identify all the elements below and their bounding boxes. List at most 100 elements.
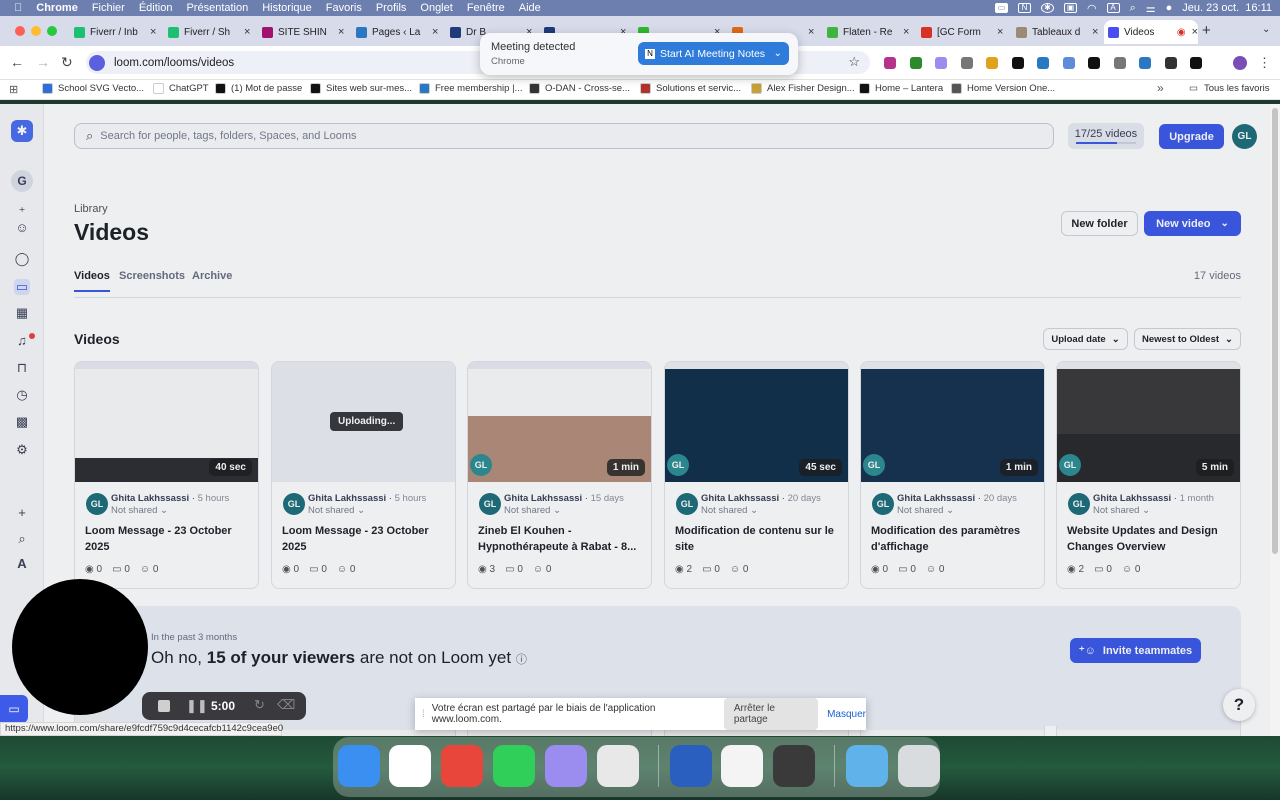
bookmark-item[interactable]: Sites web sur-mes...: [310, 83, 412, 94]
browser-tab[interactable]: Fiverr / Sh ×: [164, 20, 256, 44]
tab-search-icon[interactable]: ⌄: [1262, 24, 1270, 35]
author-name[interactable]: Ghita Lakhssassi: [897, 493, 975, 504]
gift-icon[interactable]: ▩: [14, 414, 30, 430]
add-icon[interactable]: +: [14, 505, 30, 521]
video-title[interactable]: Modification de contenu sur le site: [675, 523, 840, 555]
video-card[interactable]: 5 min GL GL Ghita Lakhssassi · 1 month N…: [1056, 361, 1241, 589]
bookmark-item[interactable]: Free membership |...: [419, 83, 522, 94]
share-status[interactable]: Not shared ⌄: [701, 505, 758, 516]
settings-icon[interactable]: ⚙: [14, 442, 30, 458]
search-menubar-icon[interactable]: ⌕: [1130, 2, 1136, 15]
author-avatar[interactable]: GL: [1068, 493, 1090, 515]
user-avatar[interactable]: GL: [1232, 124, 1257, 149]
ext-icon[interactable]: [909, 57, 922, 69]
profile-icon[interactable]: ◯: [14, 251, 30, 267]
camera-toggle-icon[interactable]: ▭: [0, 695, 28, 723]
finder-icon[interactable]: [338, 745, 380, 787]
menu-item[interactable]: Historique: [262, 2, 312, 14]
menu-item[interactable]: Aide: [519, 2, 541, 14]
browser-tab[interactable]: [GC Form ×: [917, 20, 1009, 44]
share-status[interactable]: Not shared ⌄: [897, 505, 954, 516]
close-tab-icon[interactable]: ×: [432, 26, 438, 38]
author-avatar[interactable]: GL: [283, 493, 305, 515]
author-avatar[interactable]: GL: [676, 493, 698, 515]
apple-icon[interactable]: : [14, 2, 22, 14]
add-member-icon[interactable]: ⁺☺: [14, 204, 30, 235]
close-tab-icon[interactable]: ×: [150, 26, 156, 38]
author-name[interactable]: Ghita Lakhssassi: [1093, 493, 1171, 504]
apps-grid-icon[interactable]: ⊞: [9, 83, 18, 96]
calendar-icon[interactable]: ▦: [14, 305, 30, 321]
screen-share-icon[interactable]: ▭: [994, 3, 1008, 13]
video-thumbnail[interactable]: 45 sec GL: [665, 362, 848, 482]
usage-indicator[interactable]: 17/25 videos: [1068, 123, 1144, 149]
ext-icon[interactable]: [1139, 57, 1151, 69]
video-title[interactable]: Loom Message - 23 October 2025: [282, 523, 447, 555]
menu-item[interactable]: Fichier: [92, 2, 125, 14]
camera-ext-icon[interactable]: [960, 57, 973, 69]
author-avatar[interactable]: GL: [872, 493, 894, 515]
puzzle-icon[interactable]: [1164, 57, 1177, 69]
pen-ext-icon[interactable]: [1088, 57, 1100, 69]
menu-item[interactable]: Fenêtre: [467, 2, 505, 14]
bookmark-star-icon[interactable]: ☆: [848, 54, 860, 70]
breadcrumb[interactable]: Library: [74, 203, 108, 215]
word-icon[interactable]: [670, 745, 712, 787]
ext-icon[interactable]: [1011, 57, 1024, 69]
ext-icon[interactable]: [1037, 57, 1049, 69]
sort-field-dropdown[interactable]: Upload date ⌄: [1043, 328, 1128, 350]
launchpad-icon[interactable]: [597, 745, 639, 787]
tab-archive[interactable]: Archive: [192, 270, 232, 282]
video-title[interactable]: Website Updates and Design Changes Overv…: [1067, 523, 1232, 555]
bookmark-item[interactable]: Home – Lantera: [859, 83, 943, 94]
camera-bubble[interactable]: [12, 579, 148, 715]
info-icon[interactable]: ⓘ: [516, 654, 527, 666]
forward-icon[interactable]: →: [36, 54, 50, 70]
bookmark-item[interactable]: School SVG Vecto...: [42, 83, 144, 94]
search-rail-icon[interactable]: ⌕: [14, 531, 30, 547]
author-name[interactable]: Ghita Lakhssassi: [701, 493, 779, 504]
close-tab-icon[interactable]: ×: [808, 26, 814, 38]
video-card[interactable]: 1 min GL GL Ghita Lakhssassi · 20 days N…: [860, 361, 1045, 589]
start-ai-notes-button[interactable]: N Start AI Meeting Notes ⌄: [638, 42, 789, 65]
share-status[interactable]: Not shared ⌄: [111, 505, 168, 516]
video-title[interactable]: Modification des paramètres d'affichage: [871, 523, 1036, 555]
video-thumbnail[interactable]: 40 sec: [75, 362, 258, 482]
share-status[interactable]: Not shared ⌄: [308, 505, 365, 516]
menubar-clock[interactable]: Jeu. 23 oct. 16:11: [1182, 2, 1272, 14]
author-avatar[interactable]: GL: [479, 493, 501, 515]
bookmark-item[interactable]: (1) Mot de passe: [215, 83, 302, 94]
workspace-avatar[interactable]: G: [11, 170, 33, 192]
menu-item[interactable]: Profils: [376, 2, 407, 14]
browser-tab[interactable]: Flaten - Re ×: [823, 20, 915, 44]
notes-stack-icon[interactable]: [545, 745, 587, 787]
video-card[interactable]: 40 sec GL Ghita Lakhssassi · 5 hours Not…: [74, 361, 259, 589]
textedit-icon[interactable]: [721, 745, 763, 787]
reload-icon[interactable]: ↻: [61, 54, 73, 71]
trash-icon[interactable]: [898, 745, 940, 787]
browser-tab[interactable]: SITE SHIN ×: [258, 20, 350, 44]
video-card[interactable]: 45 sec GL GL Ghita Lakhssassi · 20 days …: [664, 361, 849, 589]
bookmark-item[interactable]: ChatGPT: [153, 83, 209, 94]
profile-avatar[interactable]: [1233, 56, 1247, 70]
search-input[interactable]: ⌕ Search for people, tags, folders, Spac…: [74, 123, 1054, 149]
menu-app-name[interactable]: Chrome: [36, 2, 78, 14]
chrome-menu-icon[interactable]: ⋮: [1258, 55, 1271, 71]
video-thumbnail[interactable]: Uploading...: [272, 362, 455, 482]
video-title[interactable]: Loom Message - 23 October 2025: [85, 523, 250, 555]
pause-icon[interactable]: ❚❚: [186, 698, 208, 714]
close-tab-icon[interactable]: ×: [997, 26, 1003, 38]
drag-handle-icon[interactable]: ⁞: [422, 709, 425, 720]
video-card[interactable]: 1 min GL GL Ghita Lakhssassi · 15 days N…: [467, 361, 652, 589]
author-avatar[interactable]: GL: [86, 493, 108, 515]
more-bookmarks-icon[interactable]: »: [1157, 81, 1164, 95]
video-title[interactable]: Zineb El Kouhen - Hypnothérapeute à Raba…: [478, 523, 643, 555]
notion-menubar-icon[interactable]: N: [1017, 3, 1031, 13]
menu-item[interactable]: Présentation: [186, 2, 248, 14]
video-thumbnail[interactable]: 1 min GL: [861, 362, 1044, 482]
sort-order-dropdown[interactable]: Newest to Oldest ⌄: [1134, 328, 1241, 350]
bookmark-item[interactable]: O-DAN - Cross-se...: [529, 83, 630, 94]
stop-sharing-button[interactable]: Arrêter le partage: [723, 698, 819, 730]
notifications-icon[interactable]: ♫: [14, 333, 30, 349]
invite-teammates-button[interactable]: ⁺☺ Invite teammates: [1070, 638, 1201, 663]
